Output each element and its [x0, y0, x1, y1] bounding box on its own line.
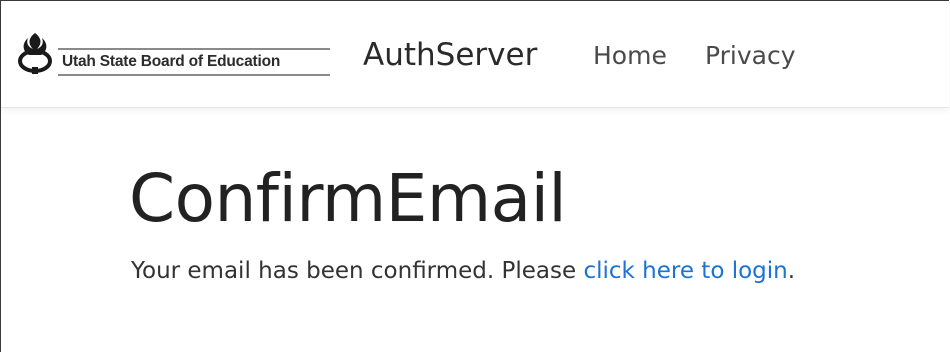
nav-privacy-link[interactable]: Privacy — [705, 41, 796, 70]
logo-rule-top — [58, 48, 330, 50]
brand-link[interactable]: AuthServer — [363, 37, 537, 73]
message-period: . — [787, 258, 796, 284]
logo-rule-bottom — [58, 74, 330, 76]
navbar: Utah State Board of Education AuthServer… — [1, 1, 949, 108]
page-title: ConfirmEmail — [129, 160, 567, 237]
confirmation-message: Your email has been confirmed. Please cl… — [131, 258, 795, 284]
login-link[interactable]: click here to login — [583, 258, 787, 284]
logo-text: Utah State Board of Education — [62, 53, 281, 70]
nav-home-link[interactable]: Home — [593, 41, 667, 70]
browser-viewport: Utah State Board of Education AuthServer… — [0, 0, 949, 352]
flame-icon — [18, 33, 52, 74]
usbe-logo[interactable]: Utah State Board of Education — [17, 31, 331, 81]
message-text: Your email has been confirmed. Please — [131, 258, 584, 284]
